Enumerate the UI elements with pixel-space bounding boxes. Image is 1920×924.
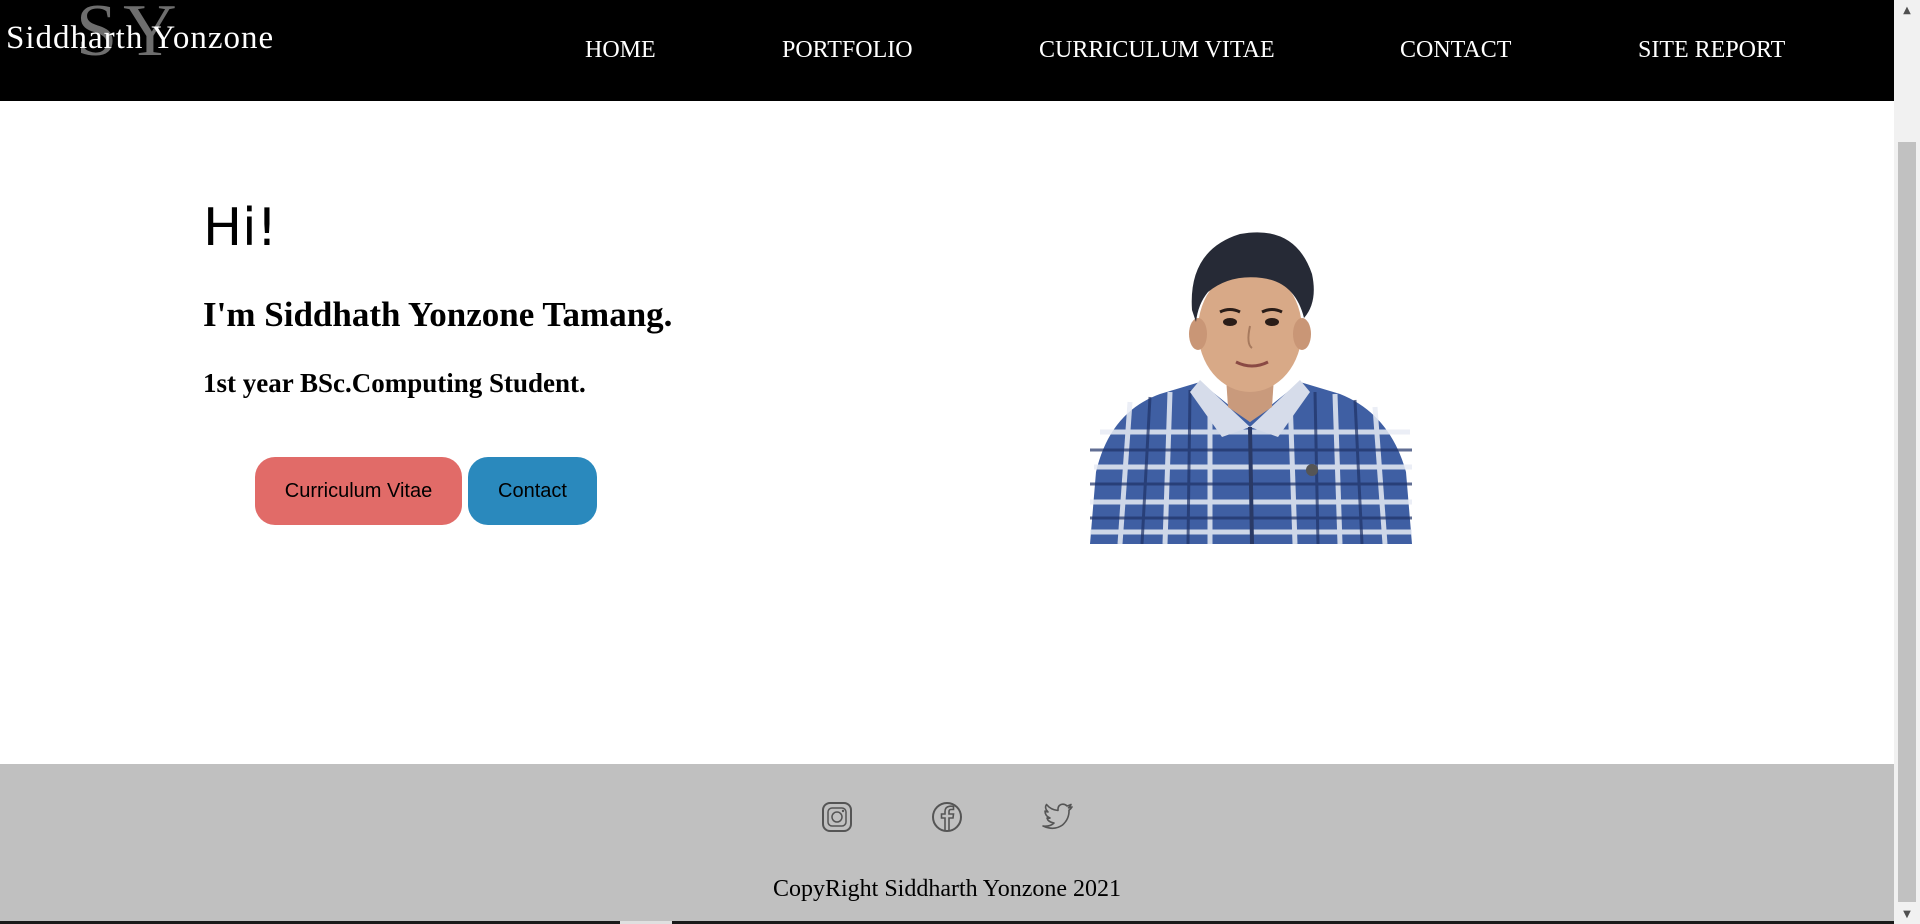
navbar: SY Siddharth Yonzone HOME PORTFOLIO CURR… <box>0 0 1894 101</box>
nav-portfolio[interactable]: PORTFOLIO <box>782 36 913 65</box>
nav-site-report[interactable]: SITE REPORT <box>1638 36 1785 65</box>
scroll-thumb[interactable] <box>1898 142 1916 902</box>
nav-curriculum-vitae[interactable]: CURRICULUM VITAE <box>1039 36 1275 65</box>
curriculum-vitae-button[interactable]: Curriculum Vitae <box>255 457 462 525</box>
greeting-heading: Hi! <box>203 198 278 258</box>
facebook-icon[interactable] <box>930 800 964 834</box>
page: SY Siddharth Yonzone HOME PORTFOLIO CURR… <box>0 0 1920 924</box>
profile-photo <box>1090 232 1412 544</box>
scroll-down-icon[interactable]: ▼ <box>1894 904 1920 924</box>
name-heading: I'm Siddhath Yonzone Tamang. <box>203 295 673 334</box>
logo[interactable]: SY Siddharth Yonzone <box>6 0 296 70</box>
logo-text: Siddharth Yonzone <box>6 20 275 56</box>
scroll-up-icon[interactable]: ▲ <box>1894 0 1920 20</box>
contact-button[interactable]: Contact <box>468 457 597 525</box>
instagram-icon[interactable] <box>820 800 854 834</box>
subtitle-heading: 1st year BSc.Computing Student. <box>203 368 586 398</box>
scrollbar[interactable]: ▲ ▼ <box>1894 0 1920 924</box>
nav-home[interactable]: HOME <box>585 36 656 65</box>
nav-contact[interactable]: CONTACT <box>1400 36 1511 65</box>
twitter-icon[interactable] <box>1040 800 1074 834</box>
copyright-text: CopyRight Siddharth Yonzone 2021 <box>772 876 1122 902</box>
